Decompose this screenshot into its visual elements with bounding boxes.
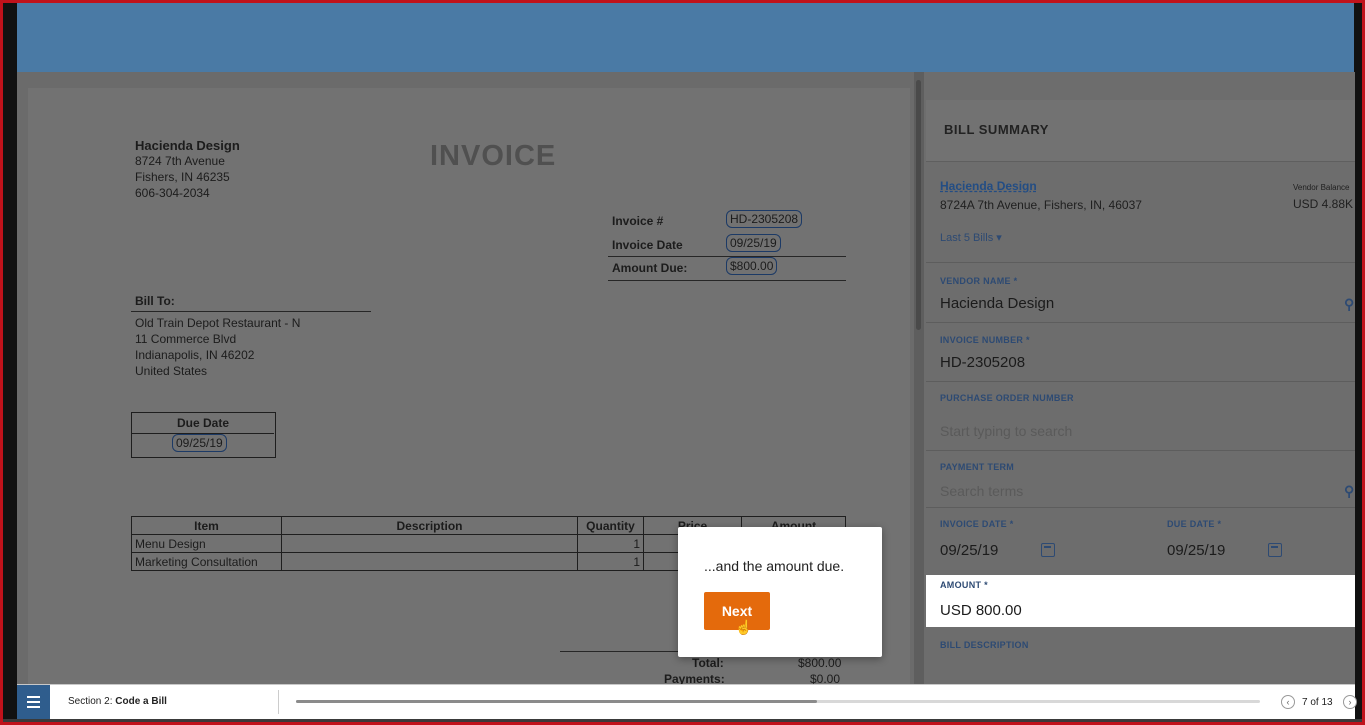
top-header-bar — [17, 3, 1355, 72]
vendor-name-field[interactable]: Hacienda Design — [940, 295, 1054, 312]
column-header: Description — [281, 516, 578, 535]
calendar-icon[interactable] — [1041, 543, 1055, 557]
document-scrollbar-thumb[interactable] — [916, 80, 921, 330]
description-cell — [281, 552, 578, 571]
amount-due-rule-top — [608, 256, 846, 257]
previous-page-icon[interactable]: ‹ — [1281, 695, 1295, 709]
vendor-balance-label: Vendor Balance — [1293, 183, 1350, 192]
vendor-name: Hacienda Design — [135, 138, 240, 153]
invoice-title: INVOICE — [430, 140, 557, 172]
field-divider — [926, 507, 1355, 508]
menu-button[interactable] — [17, 685, 50, 719]
left-edge — [3, 3, 17, 722]
total-label: Total: — [692, 656, 724, 670]
bill-to-rule — [131, 311, 371, 312]
bill-summary-header: BILL SUMMARY — [926, 100, 1355, 162]
quantity-cell: 1 — [577, 552, 644, 571]
vendor-address-1: 8724 7th Avenue — [135, 154, 225, 168]
caret-down-icon: ▾ — [996, 232, 1002, 244]
page-indicator: 7 of 13 — [1302, 697, 1333, 708]
field-divider — [926, 450, 1355, 451]
due-date-box: Due Date 09/25/19 — [131, 412, 276, 458]
tutorial-popup: ...and the amount due. Next ☝ — [678, 527, 882, 657]
invoice-number-field[interactable]: HD-2305208 — [940, 354, 1025, 371]
due-date-value: 09/25/19 — [172, 434, 227, 452]
popup-message: ...and the amount due. — [704, 558, 845, 574]
calendar-icon[interactable] — [1268, 543, 1282, 557]
po-number-label: PURCHASE ORDER NUMBER — [940, 393, 1074, 403]
hamburger-icon — [27, 696, 40, 698]
bill-summary-title: BILL SUMMARY — [944, 122, 1049, 137]
next-page-icon[interactable]: › — [1343, 695, 1357, 709]
item-cell: Menu Design — [131, 534, 282, 553]
bill-to-line: 11 Commerce Blvd — [135, 332, 237, 346]
column-header: Item — [131, 516, 282, 535]
total-value: $800.00 — [798, 656, 842, 670]
bill-to-line: Indianapolis, IN 46202 — [135, 348, 255, 362]
last-bills-dropdown[interactable]: Last 5 Bills ▾ — [940, 231, 1002, 244]
bottom-divider — [278, 690, 279, 714]
hamburger-icon — [27, 701, 40, 703]
quantity-cell: 1 — [577, 534, 644, 553]
due-date-label: DUE DATE * — [1167, 519, 1222, 529]
right-edge — [1354, 3, 1362, 722]
bill-to-heading: Bill To: — [135, 294, 175, 308]
hand-cursor-icon: ☝ — [735, 619, 753, 635]
vendor-link[interactable]: Hacienda Design — [940, 179, 1037, 193]
invoice-date-value: 09/25/19 — [726, 234, 781, 252]
amount-field-highlight: AMOUNT * USD 800.00 — [926, 575, 1355, 627]
field-divider — [926, 322, 1355, 323]
progress-track[interactable] — [296, 700, 1260, 703]
due-date-field[interactable]: 09/25/19 — [1167, 542, 1225, 559]
column-header: Quantity — [577, 516, 644, 535]
section-prefix: Section 2: — [68, 696, 113, 707]
amount-due-label: Amount Due: — [612, 261, 688, 275]
invoice-date-label: INVOICE DATE * — [940, 519, 1014, 529]
progress-fill — [296, 700, 817, 703]
invoice-number-label: Invoice # — [612, 214, 664, 228]
field-divider — [926, 262, 1355, 263]
section-title: Section 2: Code a Bill — [68, 696, 167, 707]
invoice-number-label: INVOICE NUMBER * — [940, 335, 1030, 345]
item-cell: Marketing Consultation — [131, 552, 282, 571]
bill-to-line: United States — [135, 364, 208, 378]
payment-term-label: PAYMENT TERM — [940, 462, 1015, 472]
vendor-address-2: Fishers, IN 46235 — [135, 170, 230, 184]
amount-label: AMOUNT * — [940, 580, 988, 590]
search-icon[interactable]: ⚲ — [1344, 296, 1354, 313]
vendor-balance-value: USD 4.88K — [1293, 197, 1354, 211]
vendor-name-label: VENDOR NAME * — [940, 276, 1018, 286]
description-cell — [281, 534, 578, 553]
last-bills-label: Last 5 Bills — [940, 232, 994, 244]
payment-term-input[interactable]: Search terms — [940, 483, 1023, 499]
invoice-number-value: HD-2305208 — [726, 210, 803, 228]
amount-due-rule-bottom — [608, 280, 846, 281]
due-date-label: Due Date — [176, 416, 229, 430]
vendor-phone: 606-304-2034 — [135, 186, 210, 200]
invoice-date-field[interactable]: 09/25/19 — [940, 542, 998, 559]
amount-field[interactable]: USD 800.00 — [940, 602, 1022, 619]
search-icon[interactable]: ⚲ — [1344, 483, 1354, 500]
section-name: Code a Bill — [115, 696, 167, 707]
bill-description-label: BILL DESCRIPTION — [940, 640, 1029, 650]
bill-to-line: Old Train Depot Restaurant - N — [135, 316, 301, 330]
hamburger-icon — [27, 706, 40, 708]
vendor-address: 8724A 7th Avenue, Fishers, IN, 46037 — [940, 198, 1142, 212]
po-number-input[interactable]: Start typing to search — [940, 423, 1072, 439]
bottom-edge — [3, 719, 1362, 722]
field-divider — [926, 381, 1355, 382]
amount-due-value: $800.00 — [726, 257, 778, 275]
invoice-date-label: Invoice Date — [612, 238, 683, 252]
